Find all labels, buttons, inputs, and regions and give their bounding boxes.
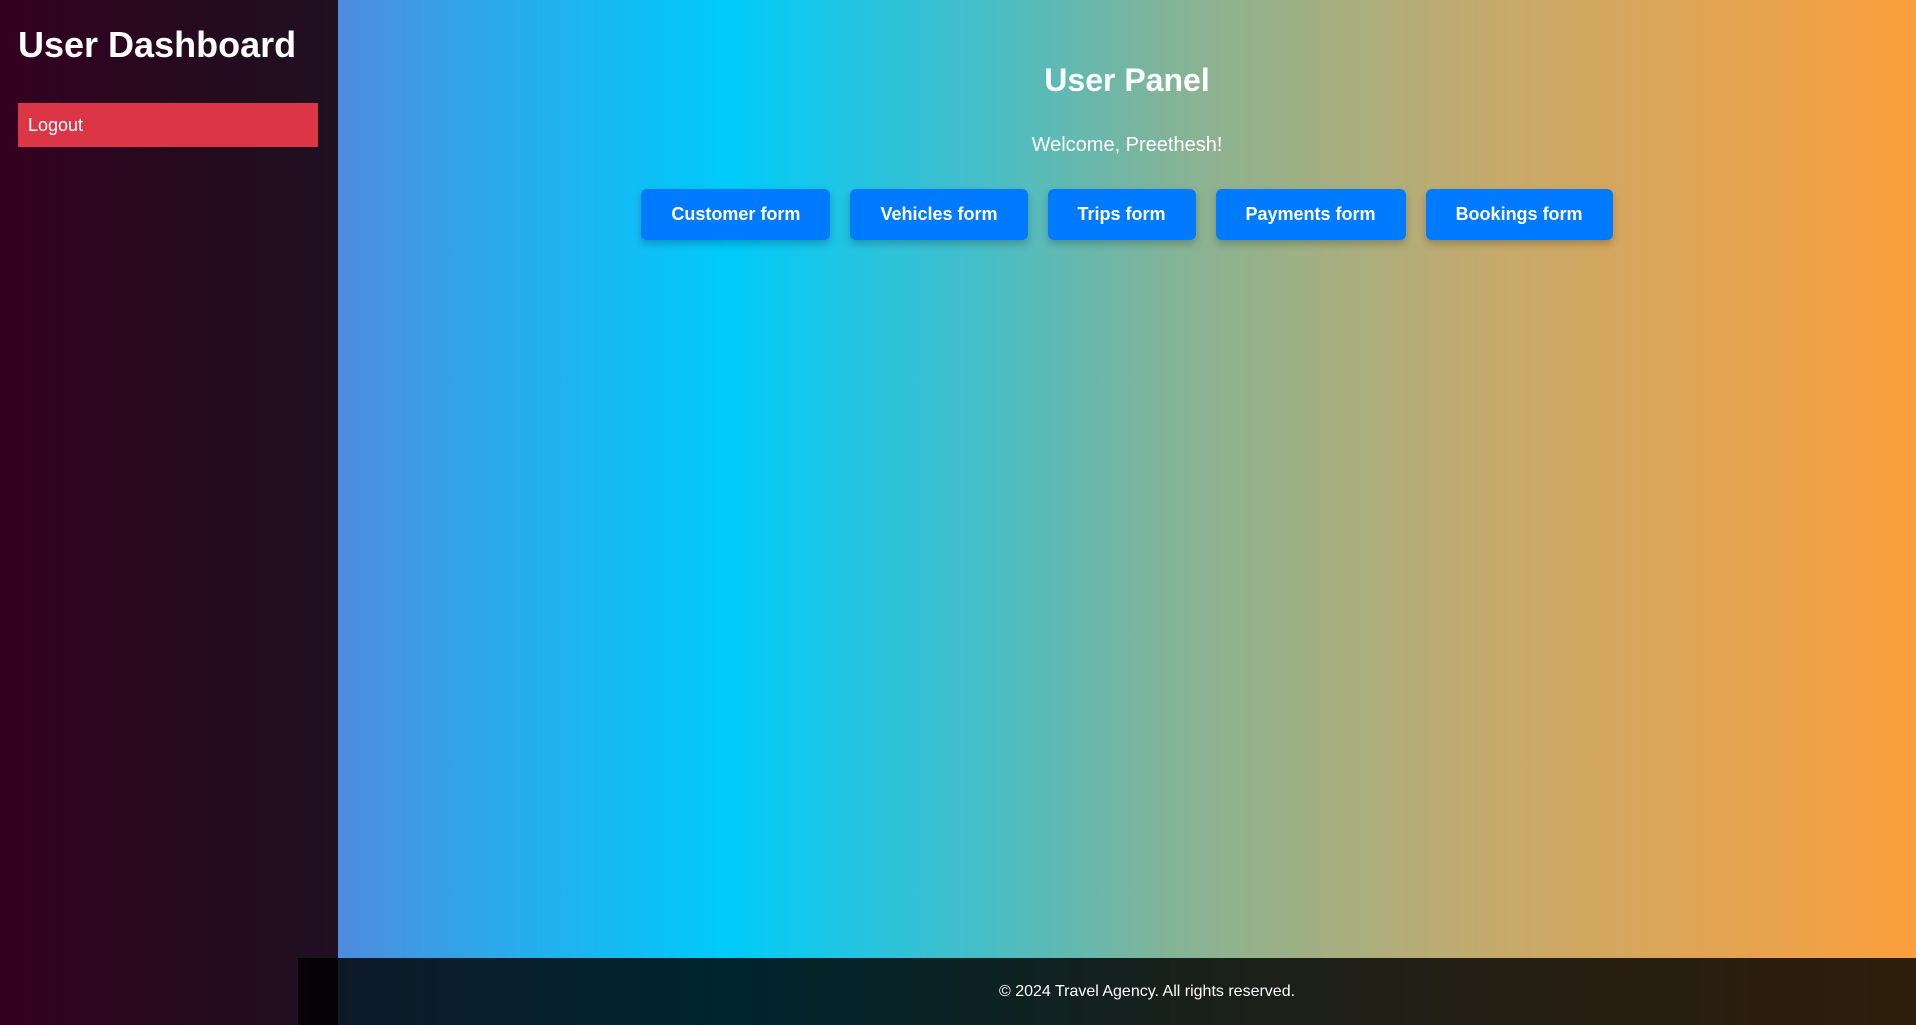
copyright-text: © 2024 Travel Agency. All rights reserve… (998, 983, 1296, 1000)
vehicles-form-button[interactable]: Vehicles form (850, 189, 1028, 240)
payments-form-button[interactable]: Payments form (1215, 189, 1406, 240)
footer: © 2024 Travel Agency. All rights reserve… (298, 958, 1916, 1025)
sidebar: User Dashboard Logout (0, 0, 338, 1025)
main-content: User Panel Welcome, Preethesh! Customer … (338, 0, 1916, 958)
logout-button[interactable]: Logout (18, 103, 318, 147)
welcome-message: Welcome, Preethesh! (1031, 134, 1223, 156)
trips-form-button[interactable]: Trips form (1047, 189, 1196, 240)
page: User Dashboard Logout User Panel Welcome… (0, 0, 1916, 1025)
sidebar-title: User Dashboard (18, 24, 297, 65)
bookings-form-button[interactable]: Bookings form (1425, 189, 1613, 240)
page-title: User Panel (1044, 62, 1210, 98)
form-buttons: Customer form Vehicles form Trips form P… (338, 189, 1916, 240)
customer-form-button[interactable]: Customer form (641, 189, 831, 240)
